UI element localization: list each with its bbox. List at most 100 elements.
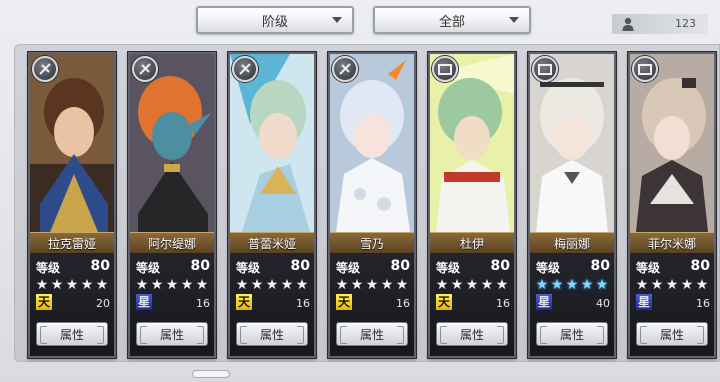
star-icon: ★: [195, 277, 209, 293]
star-icon: ★: [635, 277, 649, 293]
rank-badge-icon: [32, 56, 58, 82]
attribute-button[interactable]: 属性: [236, 322, 308, 346]
attribute-value: 16: [296, 297, 310, 310]
star-icon: ★: [280, 277, 294, 293]
character-card[interactable]: 菲尔米娜 等级 80 ★ ★ ★ ★ ★ 星 16 属性: [628, 52, 716, 358]
star-rating: ★ ★ ★ ★ ★: [335, 278, 411, 292]
sun-attribute-icon: 天: [436, 294, 452, 310]
level-value: 80: [390, 258, 410, 274]
rank-badge-icon: [532, 56, 558, 82]
star-icon: ★: [680, 277, 694, 293]
star-icon: ★: [595, 277, 609, 293]
level-label: 等级: [436, 261, 461, 275]
sun-attribute-icon: 天: [36, 294, 52, 310]
horizontal-scroll-handle[interactable]: [192, 370, 230, 378]
user-icon: [622, 17, 634, 31]
owned-count: 123: [675, 17, 696, 30]
star-icon: ★: [465, 277, 479, 293]
star-icon: ★: [50, 277, 64, 293]
star-icon: ★: [65, 277, 79, 293]
attribute-value: 16: [696, 297, 710, 310]
level-value: 80: [290, 258, 310, 274]
star-icon: ★: [365, 277, 379, 293]
level-value: 80: [190, 258, 210, 274]
star-icon: ★: [95, 277, 109, 293]
character-name: 菲尔米娜: [630, 232, 714, 254]
rank-filter-label: 阶级: [261, 14, 288, 30]
star-icon: ★: [35, 277, 49, 293]
star-icon: ★: [180, 277, 194, 293]
character-name: 梅丽娜: [530, 232, 614, 254]
attribute-value: 16: [196, 297, 210, 310]
attribute-button[interactable]: 属性: [436, 322, 508, 346]
star-icon: ★: [650, 277, 664, 293]
level-value: 80: [590, 258, 610, 274]
character-name: 雪乃: [330, 232, 414, 254]
star-rating: ★ ★ ★ ★ ★: [35, 278, 111, 292]
star-icon: ★: [565, 277, 579, 293]
character-card[interactable]: 拉克雷娅 等级 80 ★ ★ ★ ★ ★ 天 20 属性: [28, 52, 116, 358]
star-icon: ★: [550, 277, 564, 293]
star-icon: ★: [450, 277, 464, 293]
star-icon: ★: [150, 277, 164, 293]
level-value: 80: [690, 258, 710, 274]
rank-badge-icon: [132, 56, 158, 82]
star-icon: ★: [80, 277, 94, 293]
rank-filter-dropdown[interactable]: 阶级: [196, 6, 354, 34]
star-icon: ★: [235, 277, 249, 293]
star-icon: ★: [395, 277, 409, 293]
attribute-button[interactable]: 属性: [36, 322, 108, 346]
sun-attribute-icon: 天: [336, 294, 352, 310]
rank-badge-icon: [332, 56, 358, 82]
attribute-button[interactable]: 属性: [336, 322, 408, 346]
star-icon: ★: [480, 277, 494, 293]
level-label: 等级: [236, 261, 261, 275]
star-rating: ★ ★ ★ ★ ★: [635, 278, 711, 292]
attribute-value: 16: [396, 297, 410, 310]
star-icon: ★: [335, 277, 349, 293]
star-icon: ★: [350, 277, 364, 293]
star-rating: ★ ★ ★ ★ ★: [135, 278, 211, 292]
owned-count-box: 123: [612, 14, 708, 34]
star-icon: ★: [535, 277, 549, 293]
character-card[interactable]: 雪乃 等级 80 ★ ★ ★ ★ ★ 天 16 属性: [328, 52, 416, 358]
character-card[interactable]: 杜伊 等级 80 ★ ★ ★ ★ ★ 天 16 属性: [428, 52, 516, 358]
water-attribute-icon: 星: [136, 294, 152, 310]
rank-badge-icon: [632, 56, 658, 82]
rank-badge-icon: [432, 56, 458, 82]
star-rating: ★ ★ ★ ★ ★: [235, 278, 311, 292]
star-icon: ★: [295, 277, 309, 293]
level-value: 80: [90, 258, 110, 274]
star-rating: ★ ★ ★ ★ ★: [535, 278, 611, 292]
star-icon: ★: [695, 277, 709, 293]
character-card[interactable]: 普蕾米娅 等级 80 ★ ★ ★ ★ ★ 天 16 属性: [228, 52, 316, 358]
rank-badge-icon: [232, 56, 258, 82]
character-name: 阿尔缇娜: [130, 232, 214, 254]
star-icon: ★: [580, 277, 594, 293]
character-name: 拉克雷娅: [30, 232, 114, 254]
water-attribute-icon: 星: [636, 294, 652, 310]
chevron-down-icon: [509, 17, 519, 23]
attribute-value: 16: [496, 297, 510, 310]
level-value: 80: [490, 258, 510, 274]
character-card[interactable]: 梅丽娜 等级 80 ★ ★ ★ ★ ★ 星 40 属性: [528, 52, 616, 358]
level-label: 等级: [36, 261, 61, 275]
character-name: 杜伊: [430, 232, 514, 254]
star-icon: ★: [165, 277, 179, 293]
star-icon: ★: [665, 277, 679, 293]
star-icon: ★: [380, 277, 394, 293]
attribute-button[interactable]: 属性: [536, 322, 608, 346]
chevron-down-icon: [332, 17, 342, 23]
water-attribute-icon: 星: [536, 294, 552, 310]
all-filter-dropdown[interactable]: 全部: [373, 6, 531, 34]
attribute-button[interactable]: 属性: [136, 322, 208, 346]
star-icon: ★: [135, 277, 149, 293]
star-icon: ★: [265, 277, 279, 293]
character-card[interactable]: 阿尔缇娜 等级 80 ★ ★ ★ ★ ★ 星 16 属性: [128, 52, 216, 358]
level-label: 等级: [136, 261, 161, 275]
star-icon: ★: [435, 277, 449, 293]
attribute-value: 40: [596, 297, 610, 310]
attribute-button[interactable]: 属性: [636, 322, 708, 346]
character-name: 普蕾米娅: [230, 232, 314, 254]
star-rating: ★ ★ ★ ★ ★: [435, 278, 511, 292]
